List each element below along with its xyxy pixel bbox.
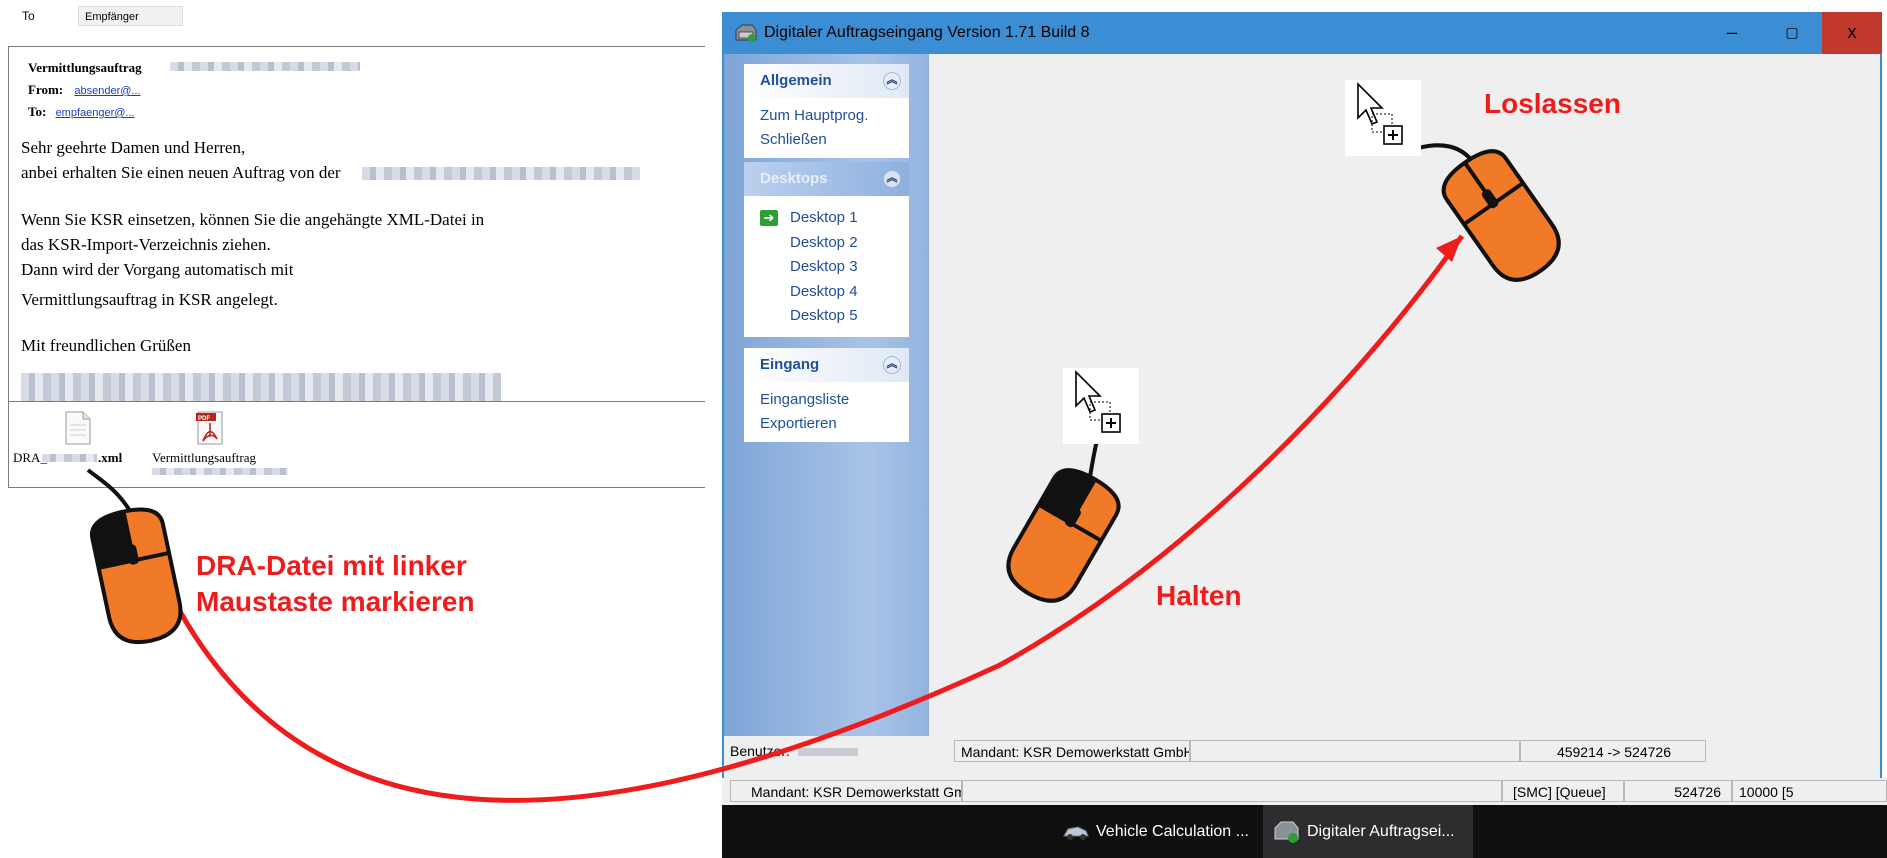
annotation-step1-line2: Maustaste markieren [196,586,475,617]
mouse-icon [89,507,183,644]
annotation-step1-line1: DRA-Datei mit linker [196,550,467,581]
annotation-step2: Halten [1156,580,1242,611]
cursor-card [1063,368,1139,444]
cursor-card [1345,80,1421,156]
arrow-head-icon [1436,236,1462,262]
annotation-step3: Loslassen [1484,88,1621,119]
mouse-icon [1441,149,1561,282]
annotation-overlay [86,80,1561,803]
drag-path-arrow [175,234,1465,803]
mouse-icon [1006,468,1121,603]
annotation-step1: DRA-Datei mit linker Maustaste markieren [196,548,475,620]
